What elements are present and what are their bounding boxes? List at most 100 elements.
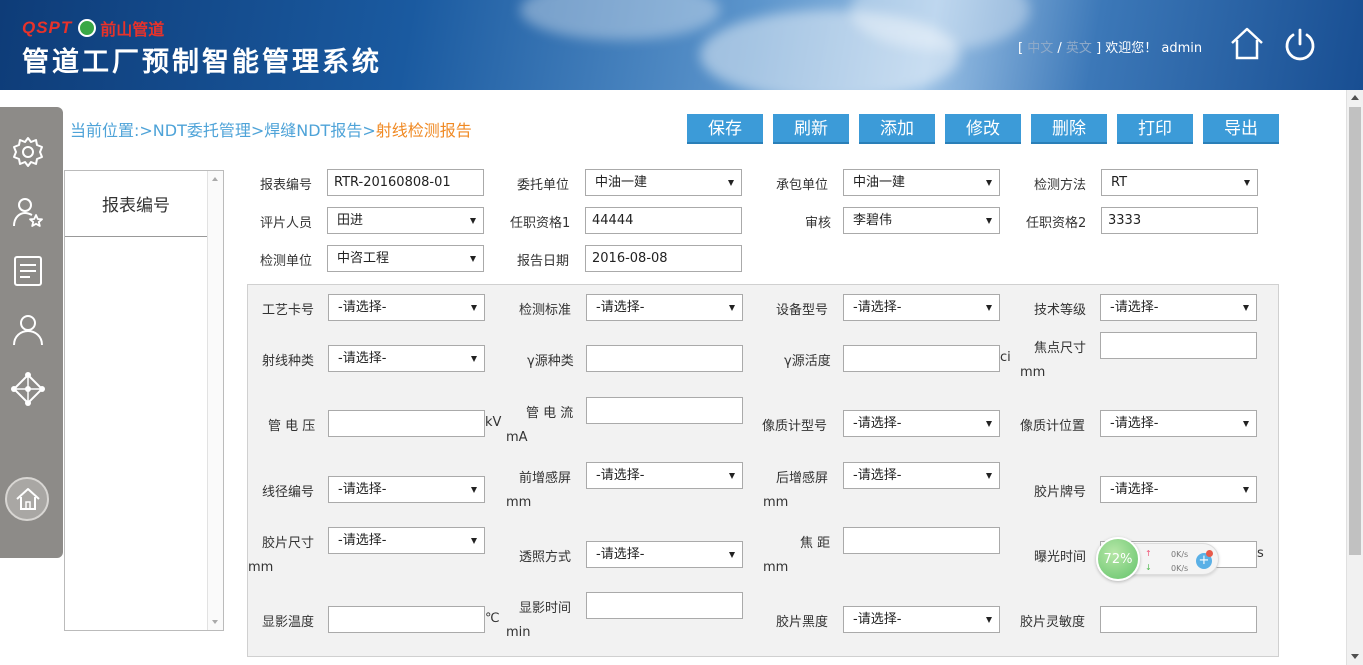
film-sensitivity-input[interactable] xyxy=(1100,606,1257,633)
brand-mark-icon xyxy=(78,19,97,37)
report-list-scrollbar[interactable] xyxy=(207,171,223,630)
qual2-label: 任职资格2 xyxy=(1026,216,1087,231)
side-nav xyxy=(0,107,63,558)
home-icon[interactable] xyxy=(1229,26,1265,62)
delete-button[interactable]: 删除 xyxy=(1031,114,1107,144)
breadcrumb-path[interactable]: 当前位置:>NDT委托管理>焊缝NDT报告> xyxy=(70,121,376,140)
standard-select[interactable]: -请选择- xyxy=(586,294,743,321)
lang-english-link[interactable]: 英文 xyxy=(1066,41,1092,56)
report-no-label: 报表编号 xyxy=(260,178,313,193)
inspect-unit-select[interactable]: 中咨工程 xyxy=(327,245,484,272)
export-button[interactable]: 导出 xyxy=(1203,114,1279,144)
ray-type-select[interactable]: -请选择- xyxy=(328,345,485,372)
audit-label: 审核 xyxy=(805,216,832,231)
dev-time-label: 显影时间 xyxy=(519,601,572,616)
inspect-unit-label: 检测单位 xyxy=(260,254,313,269)
scroll-up-arrow-icon[interactable] xyxy=(212,177,218,181)
focus-size-input[interactable] xyxy=(1100,332,1257,359)
craft-card-label: 工艺卡号 xyxy=(262,303,315,318)
standard-label: 检测标准 xyxy=(519,303,572,318)
memory-percent-badge[interactable]: 72% xyxy=(1096,537,1140,581)
scroll-thumb[interactable] xyxy=(1349,107,1361,555)
dev-time-input[interactable] xyxy=(586,592,743,619)
front-screen-unit: mm xyxy=(506,495,532,510)
brand-name: 前山管道 xyxy=(100,20,165,39)
tube-current-unit: mA xyxy=(506,430,528,445)
client-select[interactable]: 中油一建 xyxy=(585,169,742,196)
device-model-label: 设备型号 xyxy=(776,303,829,318)
transillum-select[interactable]: -请选择- xyxy=(586,541,743,568)
focal-distance-input[interactable] xyxy=(843,527,1000,554)
dev-temp-unit: ℃ xyxy=(485,611,500,626)
user-icon[interactable] xyxy=(10,312,46,348)
lang-bracket-open: [ xyxy=(1018,41,1024,56)
device-model-select[interactable]: -请选择- xyxy=(843,294,1000,321)
focal-distance-unit: mm xyxy=(763,560,789,575)
tube-voltage-label: 管 电 压 xyxy=(268,419,316,434)
dev-temp-input[interactable] xyxy=(328,606,485,633)
exposure-time-label: 曝光时间 xyxy=(1034,550,1087,565)
tube-voltage-input[interactable] xyxy=(328,410,485,437)
film-density-label: 胶片黑度 xyxy=(776,615,829,630)
welcome-text: ] 欢迎您！ admin xyxy=(1096,41,1203,56)
nav-home-button[interactable] xyxy=(5,477,49,521)
film-density-select[interactable]: -请选择- xyxy=(843,606,1000,633)
film-brand-label: 胶片牌号 xyxy=(1034,485,1087,500)
qual2-input[interactable]: 3333 xyxy=(1101,207,1258,234)
refresh-button[interactable]: 刷新 xyxy=(773,114,849,144)
dev-time-unit: min xyxy=(506,625,531,640)
app-header: QSPT 前山管道 管道工厂预制智能管理系统 [ 中文 / 英文 ] 欢迎您！ … xyxy=(0,0,1363,90)
gamma-activity-label: γ源活度 xyxy=(784,354,831,369)
report-no-input[interactable]: RTR-20160808-01 xyxy=(327,169,484,196)
lang-chinese-link[interactable]: 中文 xyxy=(1027,41,1053,56)
scroll-down-arrow-icon[interactable] xyxy=(212,620,218,624)
user-star-icon[interactable] xyxy=(10,194,46,230)
ray-type-label: 射线种类 xyxy=(262,354,315,369)
contractor-select[interactable]: 中油一建 xyxy=(843,169,1000,196)
breadcrumb: 当前位置:>NDT委托管理>焊缝NDT报告>射线检测报告 xyxy=(70,117,472,141)
download-speed: 0K/s xyxy=(1171,564,1189,573)
gamma-type-input[interactable] xyxy=(586,345,743,372)
edit-button[interactable]: 修改 xyxy=(945,114,1021,144)
front-screen-select[interactable]: -请选择- xyxy=(586,462,743,489)
gamma-activity-input[interactable] xyxy=(843,345,1000,372)
network-icon[interactable] xyxy=(10,371,46,407)
audit-select[interactable]: 李碧伟 xyxy=(843,207,1000,234)
wire-no-label: 线径编号 xyxy=(262,485,315,500)
tech-level-select[interactable]: -请选择- xyxy=(1100,294,1257,321)
iqi-model-select[interactable]: -请选择- xyxy=(843,410,1000,437)
upload-arrow-icon: ↑ xyxy=(1145,549,1152,558)
tube-current-input[interactable] xyxy=(586,397,743,424)
film-size-select[interactable]: -请选择- xyxy=(328,527,485,554)
method-select[interactable]: RT xyxy=(1101,169,1258,196)
back-screen-select[interactable]: -请选择- xyxy=(843,462,1000,489)
film-size-unit: mm xyxy=(248,560,274,575)
film-brand-select[interactable]: -请选择- xyxy=(1100,476,1257,503)
gamma-activity-unit: ci xyxy=(1000,350,1011,365)
qual1-label: 任职资格1 xyxy=(510,216,571,231)
save-button[interactable]: 保存 xyxy=(687,114,763,144)
system-title: 管道工厂预制智能管理系统 xyxy=(22,47,382,78)
document-icon[interactable] xyxy=(10,253,46,289)
network-speed-widget[interactable]: 72% ↑ 0K/s ↓ 0K/s + xyxy=(1093,537,1219,581)
wire-no-select[interactable]: -请选择- xyxy=(328,476,485,503)
report-date-input[interactable]: 2016-08-08 xyxy=(585,245,742,272)
qual1-input[interactable]: 44444 xyxy=(585,207,742,234)
tube-current-label: 管 电 流 xyxy=(526,406,574,421)
gear-icon[interactable] xyxy=(10,134,46,170)
reviewer-select[interactable]: 田进 xyxy=(327,207,484,234)
scroll-down-arrow-icon[interactable] xyxy=(1351,654,1359,659)
power-icon[interactable] xyxy=(1282,27,1318,63)
print-button[interactable]: 打印 xyxy=(1117,114,1193,144)
scroll-up-arrow-icon[interactable] xyxy=(1351,95,1359,100)
iqi-position-select[interactable]: -请选择- xyxy=(1100,410,1257,437)
add-button[interactable]: 添加 xyxy=(859,114,935,144)
focus-size-unit: mm xyxy=(1020,365,1046,380)
craft-card-select[interactable]: -请选择- xyxy=(328,294,485,321)
brand-logo: QSPT 前山管道 xyxy=(22,18,165,39)
iqi-position-label: 像质计位置 xyxy=(1020,419,1086,434)
page-scrollbar[interactable] xyxy=(1346,90,1363,665)
front-screen-label: 前增感屏 xyxy=(519,471,572,486)
back-screen-label: 后增感屏 xyxy=(776,471,829,486)
focal-distance-label: 焦 距 xyxy=(800,536,831,551)
